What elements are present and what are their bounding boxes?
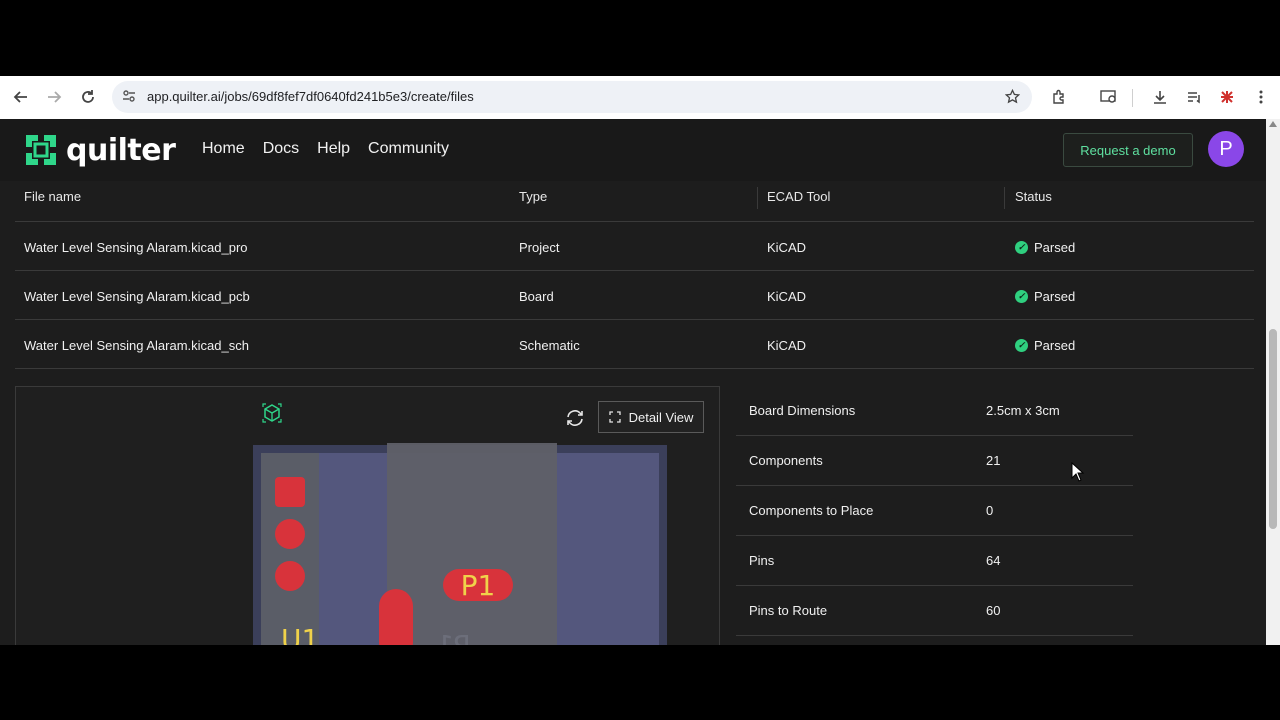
stat-row: Pins 64 [736, 536, 1133, 586]
col-file-name[interactable]: File name [24, 189, 81, 204]
silkscreen-label-u1: U1 [281, 623, 320, 645]
reload-icon[interactable] [77, 86, 99, 108]
nav-docs[interactable]: Docs [263, 140, 299, 158]
stat-label: Pins to Route [749, 603, 828, 618]
nav-home[interactable]: Home [202, 140, 245, 158]
pcb-copper-area: U1 P1 P1 [261, 443, 659, 645]
check-circle-icon: ✓ [1015, 241, 1028, 254]
main-nav: Home Docs Help Community [202, 140, 449, 158]
files-table: File name Type ECAD Tool Status Water Le… [15, 181, 1254, 369]
silkscreen-label-p1-back: P1 [436, 629, 471, 645]
status-text: Parsed [1034, 289, 1076, 304]
stat-value: 21 [986, 453, 1001, 468]
download-icon[interactable] [1149, 86, 1171, 108]
back-arrow-icon[interactable] [10, 86, 32, 108]
round-pad [275, 561, 305, 591]
type-cell: Project [519, 240, 560, 255]
oval-pad [379, 589, 413, 645]
status-badge: ✓ Parsed [1015, 338, 1075, 353]
profile-flag-icon[interactable] [1216, 86, 1238, 108]
table-header: File name Type ECAD Tool Status [15, 181, 1254, 222]
nav-help[interactable]: Help [317, 140, 350, 158]
pcb-board-render[interactable]: U1 P1 P1 [253, 443, 667, 645]
stat-row: Components to Place 0 [736, 486, 1133, 536]
extensions-icon[interactable] [1048, 86, 1070, 108]
file-name-cell: Water Level Sensing Alaram.kicad_pro [24, 240, 248, 255]
request-demo-button[interactable]: Request a demo [1063, 133, 1193, 167]
letterbox-top [0, 0, 1280, 76]
stat-value: 60 [986, 603, 1001, 618]
ecad-tool-cell: KiCAD [767, 338, 807, 353]
address-bar[interactable]: app.quilter.ai/jobs/69df8fef7df0640fd241… [112, 81, 1032, 113]
col-status[interactable]: Status [1015, 189, 1052, 204]
stat-label: Components to Place [749, 503, 874, 518]
toolbar-divider [1132, 89, 1133, 107]
type-cell: Board [519, 289, 554, 304]
status-text: Parsed [1034, 338, 1076, 353]
type-cell: Schematic [519, 338, 580, 353]
scroll-up-arrow-icon[interactable] [1269, 121, 1277, 127]
stat-value: 0 [986, 503, 994, 518]
quilter-logo-icon [26, 135, 56, 165]
expand-icon [608, 411, 621, 423]
file-name-cell: Water Level Sensing Alaram.kicad_sch [24, 338, 249, 353]
file-name-cell: Water Level Sensing Alaram.kicad_pcb [24, 289, 250, 304]
table-row[interactable]: Water Level Sensing Alaram.kicad_pro Pro… [15, 222, 1254, 271]
stat-label: Pins [749, 553, 775, 568]
ecad-tool-cell: KiCAD [767, 289, 807, 304]
cast-icon[interactable] [1098, 86, 1120, 108]
stat-value: 64 [986, 553, 1001, 568]
table-row[interactable]: Water Level Sensing Alaram.kicad_sch Sch… [15, 320, 1254, 369]
logo-text: quilter [66, 132, 176, 168]
letterbox-bottom [0, 645, 1280, 720]
stat-label: Board Dimensions [749, 403, 856, 418]
more-menu-icon[interactable] [1250, 86, 1272, 108]
col-type[interactable]: Type [519, 189, 547, 204]
avatar[interactable]: P [1208, 131, 1244, 167]
column-divider [1004, 187, 1005, 209]
forward-arrow-icon[interactable] [43, 86, 65, 108]
square-pad [275, 477, 305, 507]
status-text: Parsed [1034, 240, 1076, 255]
site-settings-icon[interactable] [122, 89, 136, 108]
bookmark-star-icon[interactable] [1004, 88, 1021, 109]
browser-toolbar: app.quilter.ai/jobs/69df8fef7df0640fd241… [0, 76, 1280, 120]
check-circle-icon: ✓ [1015, 290, 1028, 303]
page-scrollbar[interactable] [1266, 119, 1280, 645]
reading-list-icon[interactable] [1183, 86, 1205, 108]
silkscreen-label-p1: P1 [443, 569, 513, 602]
round-pad [275, 519, 305, 549]
stat-row: Pins to Route 60 [736, 586, 1133, 636]
column-divider [757, 187, 758, 209]
stat-value: 2.5cm x 3cm [986, 403, 1060, 418]
scrollbar-thumb[interactable] [1269, 329, 1277, 529]
check-circle-icon: ✓ [1015, 339, 1028, 352]
app-page: quilter Home Docs Help Community Request… [0, 119, 1280, 645]
status-badge: ✓ Parsed [1015, 240, 1075, 255]
url-text: app.quilter.ai/jobs/69df8fef7df0640fd241… [147, 89, 474, 104]
detail-view-button[interactable]: Detail View [598, 401, 704, 433]
3d-cube-icon[interactable] [261, 402, 283, 424]
nav-community[interactable]: Community [368, 140, 449, 158]
detail-view-label: Detail View [628, 409, 694, 425]
board-stats: Board Dimensions 2.5cm x 3cm Components … [736, 386, 1133, 636]
quilter-logo[interactable]: quilter [22, 131, 176, 169]
col-ecad-tool[interactable]: ECAD Tool [767, 189, 830, 204]
board-preview-panel: Detail View U1 P1 P1 [15, 386, 720, 645]
table-row[interactable]: Water Level Sensing Alaram.kicad_pcb Boa… [15, 271, 1254, 320]
ecad-tool-cell: KiCAD [767, 240, 807, 255]
top-navigation: quilter Home Docs Help Community Request… [0, 119, 1266, 181]
rotate-icon[interactable] [564, 407, 586, 429]
status-badge: ✓ Parsed [1015, 289, 1075, 304]
stat-row: Board Dimensions 2.5cm x 3cm [736, 386, 1133, 436]
stat-label: Components [749, 453, 823, 468]
